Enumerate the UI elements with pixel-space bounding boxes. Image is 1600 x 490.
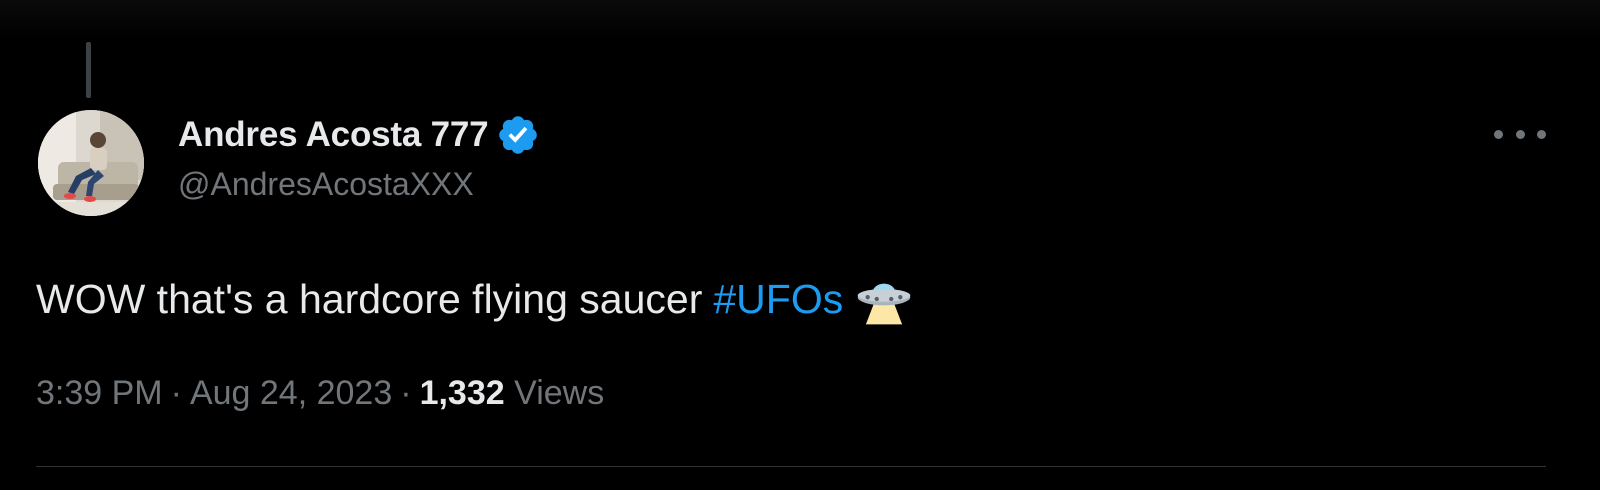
tweet-date[interactable]: Aug 24, 2023	[190, 374, 392, 412]
avatar[interactable]	[38, 110, 144, 216]
more-options-button[interactable]	[1490, 118, 1550, 150]
views-label: Views	[514, 374, 605, 412]
hashtag-link[interactable]: #UFOs	[713, 276, 843, 323]
tweet-text: WOW that's a hardcore flying saucer #UFO…	[36, 270, 913, 328]
flying-saucer-icon	[857, 283, 911, 325]
thread-connector-line	[86, 42, 91, 98]
tweet-meta: 3:39 PM · Aug 24, 2023 · 1,332 Views	[36, 374, 604, 413]
verified-badge-icon[interactable]	[496, 113, 540, 157]
author-display-name[interactable]: Andres Acosta 777	[178, 115, 489, 155]
avatar-photo	[38, 110, 144, 216]
divider	[36, 466, 1546, 467]
tweet-time[interactable]: 3:39 PM	[36, 374, 163, 412]
author-handle[interactable]: @AndresAcostaXXX	[178, 166, 474, 203]
meta-separator: ·	[170, 374, 182, 412]
author-name-row[interactable]: Andres Acosta 777	[178, 112, 540, 158]
more-dot-icon	[1494, 129, 1503, 139]
more-dot-icon	[1515, 129, 1525, 139]
top-band	[0, 0, 1600, 40]
more-dot-icon	[1537, 129, 1546, 139]
views-count: 1,332	[419, 374, 505, 412]
tweet-body: WOW that's a hardcore flying saucer	[36, 275, 703, 322]
meta-separator: ·	[400, 374, 412, 412]
